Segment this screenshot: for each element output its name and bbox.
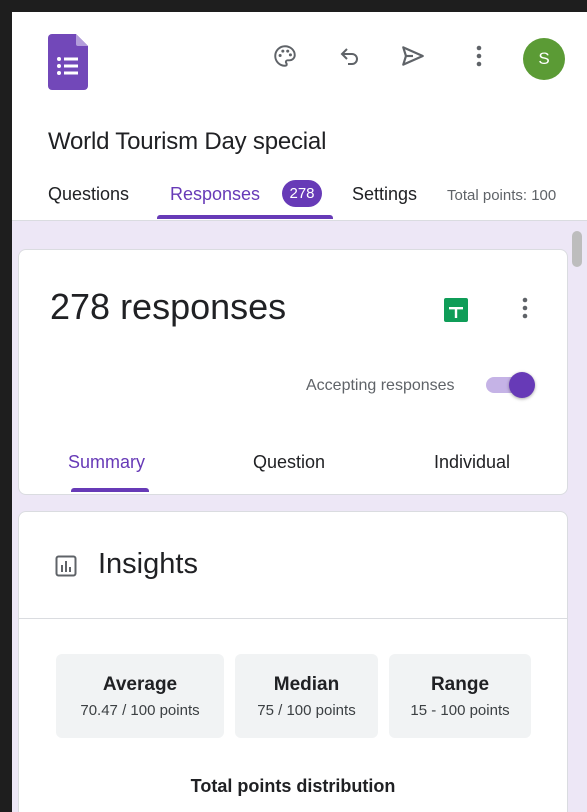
app-frame: S World Tourism Day special Questions Re…: [12, 12, 587, 812]
stat-value: 70.47 / 100 points: [80, 702, 200, 719]
total-points-distribution-title: Total points distribution: [190, 776, 396, 796]
insights-chart-icon: [55, 555, 77, 577]
divider: [19, 618, 567, 619]
responses-count-badge: 278: [282, 180, 322, 207]
toggle-thumb[interactable]: [509, 372, 535, 398]
form-title[interactable]: World Tourism Day special: [48, 128, 326, 156]
stat-value: 15 - 100 points: [410, 702, 510, 719]
responses-count-title: 278 responses: [50, 286, 287, 327]
more-vert-icon[interactable]: [465, 42, 493, 70]
more-vert-icon[interactable]: [515, 294, 535, 322]
total-points-label: Total points: 100: [447, 187, 557, 204]
insights-title: Insights: [98, 548, 198, 580]
stat-label: Range: [430, 674, 490, 695]
responses-summary-card: 278 responses Accepting responses Summar…: [18, 249, 568, 495]
stat-value: 75 / 100 points: [257, 702, 356, 719]
insights-card: Insights Average 70.47 / 100 points Medi…: [18, 511, 568, 812]
tab-questions[interactable]: Questions: [48, 184, 129, 205]
stat-median: Median 75 / 100 points: [235, 654, 378, 738]
send-icon[interactable]: [399, 42, 427, 70]
subtab-question[interactable]: Question: [253, 452, 325, 473]
stat-range: Range 15 - 100 points: [389, 654, 531, 738]
scrollbar-thumb[interactable]: [572, 231, 582, 267]
accepting-responses-label: Accepting responses: [306, 377, 455, 394]
active-tab-indicator: [157, 215, 333, 219]
forms-app-icon[interactable]: [48, 34, 88, 90]
subtab-individual[interactable]: Individual: [434, 452, 510, 473]
undo-icon[interactable]: [336, 42, 364, 70]
form-header: S World Tourism Day special Questions Re…: [12, 12, 587, 221]
palette-icon[interactable]: [271, 42, 299, 70]
stat-label: Median: [273, 674, 340, 695]
stat-label: Average: [102, 674, 178, 695]
tab-responses[interactable]: Responses: [170, 184, 260, 205]
stat-average: Average 70.47 / 100 points: [56, 654, 224, 738]
user-avatar[interactable]: S: [523, 38, 565, 80]
subtab-summary[interactable]: Summary: [68, 452, 145, 473]
sheets-icon[interactable]: [444, 298, 468, 322]
tab-settings[interactable]: Settings: [352, 184, 417, 205]
responses-content: 278 responses Accepting responses Summar…: [12, 221, 587, 812]
active-subtab-indicator: [71, 488, 149, 492]
